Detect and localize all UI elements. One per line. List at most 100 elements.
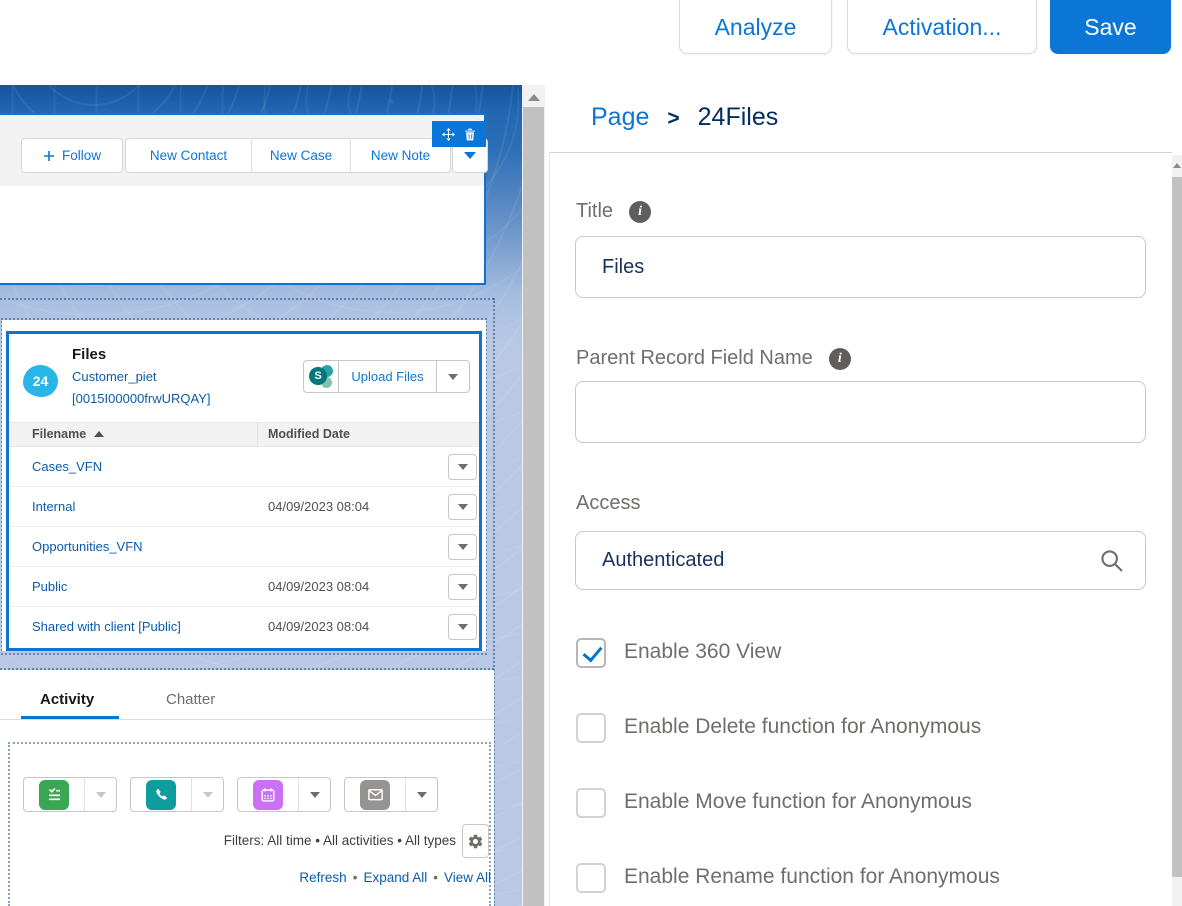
task-icon [39,780,69,810]
table-row: Cases_VFN [9,447,479,487]
task-dropdown[interactable] [84,778,116,811]
row-actions-dropdown[interactable] [448,614,477,640]
file-link[interactable]: Internal [32,499,75,514]
enable-move-label[interactable]: Enable Move function for Anonymous [624,790,972,814]
filename-column-header[interactable]: Filename [32,427,104,441]
expand-all-link[interactable]: Expand All [363,870,427,885]
breadcrumb-current: 24Files [698,103,779,132]
chevron-down-icon [310,792,320,798]
log-call-dropdown[interactable] [191,778,223,811]
modified-column-header[interactable]: Modified Date [268,427,350,441]
page-preview-canvas: Follow New Contact New Case New Note 2 [0,85,522,906]
scroll-up-icon[interactable] [522,85,545,101]
email-dropdown[interactable] [405,778,437,811]
upload-files-group: S Upload Files [303,360,470,393]
info-icon[interactable]: i [829,348,851,370]
row-actions-dropdown[interactable] [448,494,477,520]
title-field-label-row: Title i [576,200,651,223]
event-dropdown[interactable] [298,778,330,811]
new-event-group [237,777,331,812]
row-actions-dropdown[interactable] [448,454,477,480]
log-call-group [130,777,224,812]
enable-move-checkbox[interactable] [576,788,606,818]
enable-360-checkbox[interactable] [576,638,606,668]
new-contact-button[interactable]: New Contact [126,139,251,172]
save-button[interactable]: Save [1050,0,1171,54]
search-icon[interactable] [1098,547,1126,575]
enable-delete-checkbox[interactable] [576,713,606,743]
property-panel: Page > 24Files Title i Files Parent Reco… [545,85,1182,906]
bullet-separator: • [433,870,438,885]
file-date: 04/09/2023 08:04 [268,499,369,514]
sharepoint-icon: S [309,365,333,389]
analyze-button[interactable]: Analyze [679,0,832,54]
tab-activity[interactable]: Activity [40,691,94,708]
email-button[interactable] [345,778,405,811]
activation-button[interactable]: Activation... [847,0,1037,54]
access-field-label-row: Access [576,492,640,515]
files-card[interactable]: 24 Files Customer_piet [0015I00000frwURQ… [6,331,482,651]
files-table-header: Filename Modified Date [9,422,479,447]
follow-label: Follow [62,148,101,163]
file-link[interactable]: Opportunities_VFN [32,539,143,554]
activity-settings-button[interactable] [462,824,489,858]
log-call-button[interactable] [131,778,191,811]
access-lookup-input[interactable]: Authenticated [575,531,1146,590]
sharepoint-button[interactable]: S [304,361,338,392]
row-actions-dropdown[interactable] [448,534,477,560]
enable-rename-checkbox[interactable] [576,863,606,893]
access-value: Authenticated [602,549,724,572]
breadcrumb: Page > 24Files [591,103,778,132]
envelope-icon [360,780,390,810]
refresh-link[interactable]: Refresh [299,870,346,885]
chevron-down-icon [458,464,468,470]
record-link[interactable]: Customer_piet [72,369,157,384]
gear-icon [467,833,484,850]
move-icon[interactable] [442,128,455,141]
chevron-down-icon [464,152,476,159]
file-link[interactable]: Shared with client [Public] [32,619,181,634]
view-all-link[interactable]: View All [444,870,491,885]
parent-record-field-input[interactable] [575,381,1146,443]
component-toolbar [432,121,486,147]
chevron-down-icon [417,792,427,798]
scroll-up-icon[interactable] [1172,155,1182,168]
sort-asc-icon [94,431,104,437]
file-link[interactable]: Public [32,579,67,594]
table-row: Internal 04/09/2023 08:04 [9,487,479,527]
chevron-down-icon [458,624,468,630]
file-date: 04/09/2023 08:04 [268,579,369,594]
files-card-title: Files [72,346,106,363]
parent-field-label-row: Parent Record Field Name i [576,347,851,370]
enable-delete-label[interactable]: Enable Delete function for Anonymous [624,715,981,739]
row-actions-dropdown[interactable] [448,574,477,600]
record-id-link[interactable]: [0015I00000frwURQAY] [72,391,211,406]
title-input[interactable]: Files [575,236,1146,298]
tab-chatter[interactable]: Chatter [166,691,215,708]
file-date: 04/09/2023 08:04 [268,619,369,634]
enable-rename-label[interactable]: Enable Rename function for Anonymous [624,865,1000,889]
new-case-button[interactable]: New Case [251,139,350,172]
table-row: Opportunities_VFN [9,527,479,567]
panel-left-border [549,152,550,906]
record-actions-group: New Contact New Case New Note [125,138,451,173]
breadcrumb-page-link[interactable]: Page [591,103,649,132]
upload-dropdown[interactable] [436,361,469,392]
new-task-group [23,777,117,812]
plus-icon [43,150,55,162]
table-row: Public 04/09/2023 08:04 [9,567,479,607]
info-icon[interactable]: i [629,201,651,223]
trash-icon[interactable] [464,128,476,141]
chevron-down-icon [458,584,468,590]
chevron-down-icon [458,544,468,550]
new-event-button[interactable] [238,778,298,811]
file-link[interactable]: Cases_VFN [32,459,102,474]
enable-360-label[interactable]: Enable 360 View [624,640,781,664]
panel-scrollbar-thumb[interactable] [1172,177,1182,877]
preview-scrollbar-thumb[interactable] [523,107,544,906]
calendar-icon [253,780,283,810]
activity-card: Activity Chatter [0,670,494,906]
upload-files-button[interactable]: Upload Files [338,361,436,392]
new-task-button[interactable] [24,778,84,811]
follow-button[interactable]: Follow [21,138,123,173]
